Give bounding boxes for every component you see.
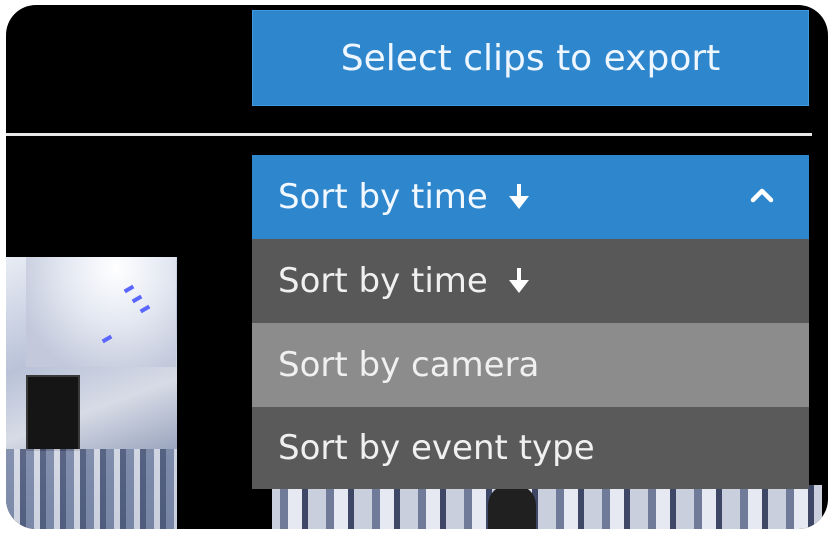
arrow-down-icon [508, 184, 529, 209]
sort-option-camera[interactable]: Sort by camera [252, 323, 809, 407]
sort-dropdown[interactable]: Sort by time Sort by time Sort by camera… [252, 155, 809, 489]
sort-option-label: Sort by camera [278, 345, 540, 385]
sort-option-time[interactable]: Sort by time [252, 239, 809, 323]
thumbnail-ceiling [26, 257, 176, 367]
camera-thumbnail[interactable] [6, 257, 177, 529]
select-clips-export-button[interactable]: Select clips to export [252, 10, 809, 106]
sort-option-label: Sort by time [278, 261, 488, 301]
chevron-up-icon[interactable] [749, 182, 775, 208]
arrow-down-icon [508, 268, 529, 293]
divider [6, 133, 812, 136]
sort-option-label: Sort by event type [278, 428, 595, 468]
thumbnail-floor [6, 449, 177, 529]
sort-option-event-type[interactable]: Sort by event type [252, 407, 809, 489]
camera-thumbnail[interactable] [262, 485, 822, 529]
person-figure [488, 485, 536, 529]
sort-dropdown-header[interactable]: Sort by time [252, 155, 809, 239]
sort-selected-label: Sort by time [278, 177, 488, 217]
export-button-label: Select clips to export [340, 37, 721, 79]
wall-monitor [26, 375, 80, 451]
thumbnail-divider [262, 485, 272, 529]
app-frame: Select clips to export Sort by time Sort… [6, 5, 828, 529]
